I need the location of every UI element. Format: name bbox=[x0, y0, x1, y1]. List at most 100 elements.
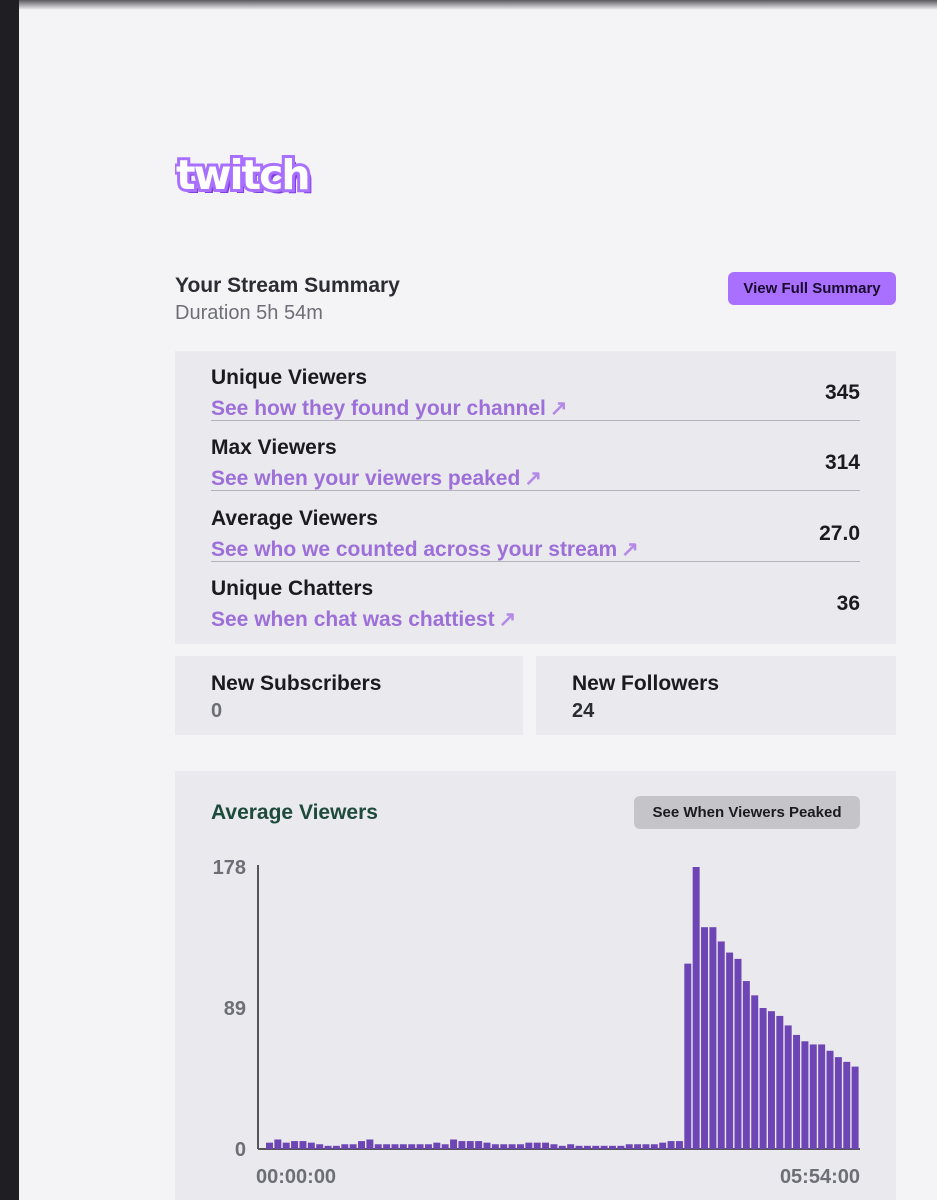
chart-bar bbox=[809, 1044, 817, 1149]
card-value: 24 bbox=[572, 700, 595, 722]
chart-bar bbox=[466, 1141, 474, 1149]
chart-bar bbox=[575, 1145, 583, 1149]
chart-bar bbox=[374, 1144, 382, 1149]
top-shadow bbox=[19, 0, 937, 10]
arrow-up-right-icon: ↗ bbox=[498, 608, 517, 631]
chart-bar bbox=[299, 1141, 307, 1149]
chart-bar bbox=[399, 1144, 407, 1149]
chart-bar bbox=[567, 1144, 575, 1149]
chart-bar bbox=[592, 1145, 600, 1149]
stat-label: Unique Viewers bbox=[211, 366, 368, 389]
stat-label: Unique Chatters bbox=[211, 577, 374, 600]
chart-bar bbox=[500, 1144, 508, 1149]
chart-bar bbox=[818, 1044, 826, 1149]
chart-bar bbox=[684, 963, 692, 1149]
chart-bar bbox=[291, 1141, 299, 1149]
stat-label: Average Viewers bbox=[211, 507, 378, 530]
y-tick-label: 89 bbox=[224, 998, 246, 1020]
chart-bar bbox=[717, 941, 725, 1149]
chart-bar bbox=[433, 1142, 441, 1149]
stat-link-text[interactable]: See when your viewers peaked bbox=[211, 467, 520, 490]
new-subscribers-card: New Subscribers 0 bbox=[175, 656, 523, 735]
x-tick-label: 00:00:00 bbox=[256, 1166, 336, 1188]
stat-link-viewer-peak[interactable]: See when your viewers peaked ↗ bbox=[211, 466, 542, 491]
chart-bar bbox=[776, 1015, 784, 1149]
chart-bar bbox=[274, 1139, 282, 1149]
chart-bar bbox=[793, 1034, 801, 1149]
stat-value: 27.0 bbox=[819, 522, 860, 545]
chart-bar bbox=[583, 1145, 591, 1149]
chart-bar bbox=[692, 867, 700, 1149]
chart-bar bbox=[734, 958, 742, 1149]
stat-row-average-viewers: Average Viewers See who we counted acros… bbox=[211, 492, 860, 562]
card-label: New Subscribers bbox=[211, 672, 382, 695]
chart-bar bbox=[675, 1141, 683, 1149]
chart-bar bbox=[709, 927, 717, 1149]
chart-bar bbox=[391, 1144, 399, 1149]
new-followers-card: New Followers 24 bbox=[536, 656, 896, 735]
stat-row-max-viewers: Max Viewers See when your viewers peaked… bbox=[211, 421, 860, 491]
chart-bar bbox=[307, 1142, 315, 1149]
stat-link-text[interactable]: See how they found your channel bbox=[211, 397, 546, 420]
chart-bar bbox=[667, 1141, 675, 1149]
stream-duration: Duration 5h 54m bbox=[175, 302, 323, 324]
stat-link-viewer-sources[interactable]: See how they found your channel ↗ bbox=[211, 396, 567, 421]
chart-bar bbox=[424, 1144, 432, 1149]
card-label: New Followers bbox=[572, 672, 720, 695]
chart-bar bbox=[851, 1066, 859, 1149]
chart-bar bbox=[617, 1145, 625, 1149]
stat-link-text[interactable]: See who we counted across your stream bbox=[211, 538, 617, 561]
stat-link-chat-activity[interactable]: See when chat was chattiest ↗ bbox=[211, 607, 516, 632]
chart-bar bbox=[383, 1144, 391, 1149]
chart-bar bbox=[450, 1139, 458, 1149]
chart-bar bbox=[441, 1144, 449, 1149]
arrow-up-right-icon: ↗ bbox=[549, 397, 568, 420]
chart-bar bbox=[726, 952, 734, 1149]
stat-link-text[interactable]: See when chat was chattiest bbox=[211, 608, 495, 631]
chart-bar bbox=[416, 1144, 424, 1149]
twitch-logo: twitch twitch bbox=[175, 150, 315, 200]
chart-bar bbox=[834, 1057, 842, 1149]
chart-bar bbox=[358, 1141, 365, 1149]
stat-link-counted-viewers[interactable]: See who we counted across your stream ↗ bbox=[211, 537, 639, 562]
chart-bar bbox=[550, 1144, 558, 1149]
chart-bar bbox=[475, 1141, 483, 1149]
chart-bar bbox=[483, 1142, 491, 1149]
chart-bar bbox=[759, 1008, 767, 1149]
chart-bar bbox=[650, 1144, 658, 1149]
average-viewers-chart: 178 89 0 00:00:00 05:54:00 bbox=[213, 857, 860, 1188]
chart-bar bbox=[516, 1144, 524, 1149]
chart-bar bbox=[533, 1142, 541, 1149]
chart-bar bbox=[525, 1142, 533, 1149]
chart-bar bbox=[324, 1145, 332, 1149]
stat-label: Max Viewers bbox=[211, 436, 337, 459]
chart-bar bbox=[767, 1011, 775, 1149]
chart-bar bbox=[408, 1144, 416, 1149]
card-value: 0 bbox=[211, 700, 223, 722]
view-full-summary-button[interactable]: View Full Summary bbox=[728, 272, 896, 305]
chart-bar bbox=[742, 981, 750, 1149]
arrow-up-right-icon: ↗ bbox=[524, 467, 542, 490]
chart-bar bbox=[341, 1144, 349, 1149]
chart-bar bbox=[625, 1144, 633, 1149]
x-tick-label: 05:54:00 bbox=[780, 1166, 860, 1188]
window-edge bbox=[0, 0, 19, 1200]
stats-panel: Unique Viewers See how they found your c… bbox=[175, 351, 896, 644]
chart-bar bbox=[508, 1144, 516, 1149]
chart-bar bbox=[491, 1144, 499, 1149]
chart-bar bbox=[784, 1025, 792, 1149]
twitch-logo-text: twitch bbox=[176, 151, 309, 199]
page-title: Your Stream Summary bbox=[175, 274, 400, 297]
chart-bar bbox=[266, 1142, 273, 1149]
chart-bar bbox=[366, 1139, 374, 1149]
stat-value: 345 bbox=[824, 381, 860, 404]
y-tick-label: 0 bbox=[235, 1139, 246, 1161]
stat-row-unique-viewers: Unique Viewers See how they found your c… bbox=[211, 351, 860, 421]
chart-bar bbox=[659, 1142, 667, 1149]
chart-bar bbox=[826, 1050, 834, 1149]
chart-bar bbox=[642, 1144, 650, 1149]
chart-bar bbox=[542, 1142, 550, 1149]
chart-bar bbox=[282, 1142, 290, 1149]
stat-row-unique-chatters: Unique Chatters See when chat was chatti… bbox=[211, 562, 860, 632]
y-tick-label: 178 bbox=[213, 857, 246, 879]
